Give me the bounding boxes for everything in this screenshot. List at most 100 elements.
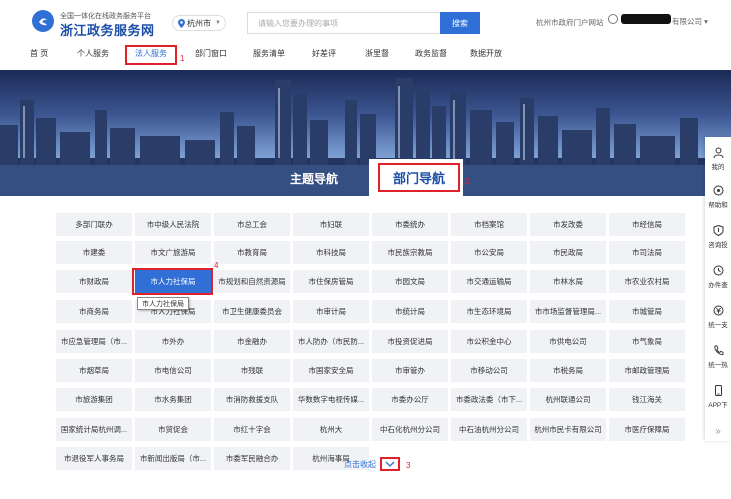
nav-item-service-list[interactable]: 服务清单 (253, 48, 285, 59)
department-button[interactable]: 市旅游集团 (56, 388, 132, 411)
dock-item-pay[interactable]: 统一支 (705, 305, 731, 329)
department-button[interactable]: 市人防办（市民防... (293, 330, 369, 353)
search-input[interactable] (247, 12, 440, 34)
annotation-label-4: 4 (214, 261, 219, 270)
department-button[interactable]: 市委军民融合办 (214, 447, 290, 470)
annotation-box-4 (132, 268, 213, 295)
search-button[interactable]: 搜索 (440, 12, 480, 34)
collapse-chevron-button[interactable] (380, 457, 400, 471)
department-button[interactable]: 市委政法委（市下... (451, 388, 527, 411)
department-button[interactable]: 钱江海关 (609, 388, 685, 411)
department-button[interactable]: 华数数字电视传媒... (293, 388, 369, 411)
department-button[interactable]: 市委办公厅 (372, 388, 448, 411)
dock-item-help[interactable]: 帮助和 (705, 185, 731, 209)
department-button[interactable]: 市妇联 (293, 213, 369, 236)
department-button[interactable]: 市民政局 (530, 241, 606, 264)
nav-item-open-data[interactable]: 数据开放 (470, 48, 502, 59)
tab-dept-nav[interactable]: 部门导航 (378, 163, 460, 192)
department-button[interactable]: 市城管局 (609, 300, 685, 323)
dock-item-consult[interactable]: 咨询投 (705, 225, 731, 249)
nav-item-dept-window[interactable]: 部门窗口 (195, 48, 227, 59)
department-button[interactable]: 市园文局 (372, 270, 448, 293)
department-button[interactable]: 市交通运输局 (451, 270, 527, 293)
dock-label: 统一支 (708, 322, 728, 329)
dock-item-mine[interactable]: 我的 (705, 147, 731, 171)
department-button[interactable]: 市公积金中心 (451, 330, 527, 353)
department-button[interactable]: 多部门联办 (56, 213, 132, 236)
tab-theme-nav[interactable]: 主题导航 (290, 170, 338, 187)
user-menu[interactable]: 有限公司 ▾ (672, 16, 708, 27)
site-title[interactable]: 浙江政务服务网 (60, 20, 155, 39)
department-button[interactable]: 市教育局 (214, 241, 290, 264)
department-button[interactable]: 杭州大 (293, 418, 369, 441)
department-button[interactable]: 市经信局 (609, 213, 685, 236)
department-button[interactable]: 市发改委 (530, 213, 606, 236)
dock-item-app[interactable]: APP下 (705, 385, 731, 409)
department-button[interactable]: 市市场监督管理局... (530, 300, 606, 323)
department-button[interactable]: 市应急管理局（市... (56, 330, 132, 353)
department-button[interactable]: 市邮政管理局 (609, 359, 685, 382)
department-button[interactable]: 市卫生健康委员会 (214, 300, 290, 323)
department-button[interactable]: 市委统办 (372, 213, 448, 236)
department-button[interactable]: 市金融办 (214, 330, 290, 353)
collapse-link[interactable]: 点击收起 (344, 459, 376, 470)
department-button[interactable]: 市水务集团 (135, 388, 211, 411)
department-button[interactable]: 杭州市民卡有限公司 (530, 418, 606, 441)
department-button[interactable]: 市统计局 (372, 300, 448, 323)
portal-link[interactable]: 杭州市政府门户网站 (536, 17, 604, 28)
department-button[interactable]: 市电信公司 (135, 359, 211, 382)
dock-item-progress[interactable]: 办件查 (705, 265, 731, 289)
department-button[interactable]: 中石油杭州分公司 (451, 418, 527, 441)
nav-item-rating[interactable]: 好差评 (312, 48, 336, 59)
department-button[interactable]: 市农业农村局 (609, 270, 685, 293)
department-button[interactable]: 市移动公司 (451, 359, 527, 382)
nav-item-gov-supervision[interactable]: 政务监督 (415, 48, 447, 59)
phone-icon (713, 345, 723, 355)
department-button[interactable]: 市供电公司 (530, 330, 606, 353)
user-icon (608, 14, 618, 24)
nav-item-supervise[interactable]: 浙里督 (365, 48, 389, 59)
dock-item-hotline[interactable]: 统一热 (705, 345, 731, 369)
department-button[interactable]: 市生态环境局 (451, 300, 527, 323)
department-button[interactable]: 市审计局 (293, 300, 369, 323)
nav-item-home[interactable]: 首 页 (30, 48, 48, 59)
department-button[interactable]: 国家统计局杭州调... (56, 418, 132, 441)
department-button[interactable]: 市残联 (214, 359, 290, 382)
department-button[interactable]: 市住保房管局 (293, 270, 369, 293)
department-button[interactable]: 市烟草局 (56, 359, 132, 382)
shield-alert-icon (713, 225, 723, 236)
department-button[interactable]: 市司法局 (609, 241, 685, 264)
chevron-down-icon: ▾ (704, 17, 708, 26)
nav-item-personal[interactable]: 个人服务 (77, 48, 109, 59)
department-button[interactable]: 市商务局 (56, 300, 132, 323)
department-button[interactable]: 市总工会 (214, 213, 290, 236)
main-nav: 首 页 个人服务 法人服务 部门窗口 服务清单 好差评 浙里督 政务监督 数据开… (0, 42, 731, 68)
department-button[interactable]: 市文广旅游局 (135, 241, 211, 264)
department-button[interactable]: 市民族宗教局 (372, 241, 448, 264)
department-button[interactable]: 市红十字会 (214, 418, 290, 441)
department-button[interactable]: 市气象局 (609, 330, 685, 353)
department-button[interactable]: 市规划和自然资源局 (214, 270, 290, 293)
department-button[interactable]: 市税务局 (530, 359, 606, 382)
department-button[interactable]: 市国家安全局 (293, 359, 369, 382)
department-button[interactable]: 市建委 (56, 241, 132, 264)
department-button[interactable]: 市退役军人事务局 (56, 447, 132, 470)
department-button[interactable]: 市投资促进局 (372, 330, 448, 353)
site-logo[interactable] (32, 10, 54, 32)
department-button[interactable]: 市新闻出版局（市... (135, 447, 211, 470)
department-button[interactable]: 市医疗保障局 (609, 418, 685, 441)
department-button[interactable]: 市消防救援支队 (214, 388, 290, 411)
department-button[interactable]: 市贸促会 (135, 418, 211, 441)
department-button[interactable]: 中石化杭州分公司 (372, 418, 448, 441)
city-selector[interactable]: 杭州市 ▼ (172, 15, 226, 31)
department-button[interactable]: 市中级人民法院 (135, 213, 211, 236)
department-button[interactable]: 市科技局 (293, 241, 369, 264)
department-button[interactable]: 市公安局 (451, 241, 527, 264)
department-button[interactable]: 市外办 (135, 330, 211, 353)
department-button[interactable]: 市财政局 (56, 270, 132, 293)
department-button[interactable]: 杭州联通公司 (530, 388, 606, 411)
department-button[interactable]: 市档案馆 (451, 213, 527, 236)
dock-collapse-icon[interactable]: » (705, 422, 731, 440)
department-button[interactable]: 市林水局 (530, 270, 606, 293)
department-button[interactable]: 市审管办 (372, 359, 448, 382)
